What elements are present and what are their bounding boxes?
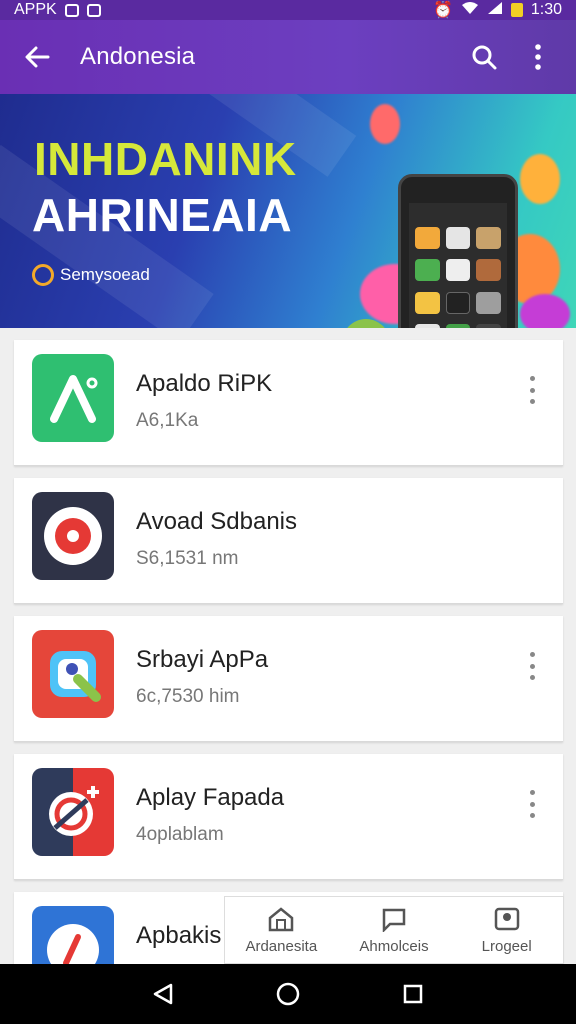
green-arc-app-icon [32, 354, 114, 442]
paint-splash-3 [520, 154, 560, 204]
promo-banner[interactable]: INHDANINK AHRINEAIA Semysoead [0, 94, 576, 328]
phone-illustration [398, 174, 518, 328]
app-meta: A6,1Ka [136, 410, 199, 431]
more-vert-icon[interactable] [525, 790, 539, 818]
nav-recents-button[interactable] [393, 974, 433, 1014]
banner-headline-1: INHDANINK [34, 133, 297, 185]
brand-name: Semysoead [60, 265, 150, 284]
puzzle-app-icon [32, 630, 114, 718]
app-name: Apaldo RiPK [136, 370, 273, 397]
tab-label: Ardanesita [245, 937, 318, 955]
list-item[interactable]: Avoad Sdbanis S6,1531 nm [14, 478, 563, 604]
list-item[interactable]: Aplay Fapada 4oplablam [14, 754, 563, 880]
signal-icon [487, 1, 503, 20]
system-nav-bar [0, 964, 576, 1024]
tab-profile[interactable]: Lrogeel [450, 897, 563, 963]
notification-icon-2 [86, 3, 101, 17]
app-name: Apbakis [136, 922, 222, 949]
home-icon [269, 906, 294, 931]
more-vert-icon[interactable] [525, 376, 539, 404]
search-icon [472, 45, 497, 70]
tab-messages[interactable]: Ahmolceis [338, 897, 451, 963]
brand-logo-icon [32, 264, 54, 286]
list-item[interactable]: Apaldo RiPK A6,1Ka [14, 340, 563, 466]
battery-icon [510, 3, 523, 17]
status-bar: APPK ⏰ 1:30 [0, 0, 576, 20]
alarm-icon: ⏰ [432, 2, 453, 19]
status-left: APPK [14, 1, 101, 19]
profile-icon [494, 907, 519, 930]
app-meta: S6,1531 nm [136, 548, 239, 569]
paint-splash-5 [520, 294, 570, 328]
status-time: 1:30 [530, 1, 562, 18]
app-name: Avoad Sdbanis [136, 508, 298, 535]
tab-label: Lrogeel [481, 937, 532, 955]
red-disc-app-icon [32, 492, 114, 580]
wifi-icon [461, 1, 479, 20]
tab-label: Ahmolceis [359, 937, 429, 955]
app-name: Srbayi ApPa [136, 646, 269, 673]
square-recents-icon [404, 984, 423, 1004]
bottom-tab-bar: Ardanesita Ahmolceis Lrogeel [224, 896, 564, 964]
app-bar: Andonesia [0, 20, 576, 94]
status-right: ⏰ 1:30 [433, 0, 562, 20]
chat-icon [382, 908, 406, 932]
app-meta: 6c,7530 him [136, 686, 240, 707]
status-app-label: APPK [14, 1, 57, 18]
android-mascot-icon [338, 319, 394, 328]
more-vert-icon[interactable] [525, 652, 539, 680]
tab-home[interactable]: Ardanesita [225, 897, 338, 963]
target-plus-app-icon [32, 768, 114, 856]
overflow-menu-button[interactable] [518, 37, 558, 77]
notification-icon [64, 3, 79, 17]
arrow-left-icon [25, 46, 50, 68]
page-title: Andonesia [80, 43, 196, 70]
circle-home-icon [276, 982, 300, 1006]
search-button[interactable] [464, 37, 504, 77]
list-item[interactable]: Srbayi ApPa 6c,7530 him [14, 616, 563, 742]
app-name: Aplay Fapada [136, 784, 285, 811]
more-vert-icon [535, 44, 541, 70]
app-meta: 4oplablam [136, 824, 224, 845]
triangle-back-icon [153, 983, 172, 1005]
phone-screen [409, 203, 507, 328]
banner-headline-2: AHRINEAIA [32, 189, 293, 241]
paint-splash-4 [370, 104, 400, 144]
nav-back-button[interactable] [143, 974, 183, 1014]
banner-brand: Semysoead [32, 264, 150, 286]
back-button[interactable] [18, 38, 56, 76]
nav-home-button[interactable] [268, 974, 308, 1014]
